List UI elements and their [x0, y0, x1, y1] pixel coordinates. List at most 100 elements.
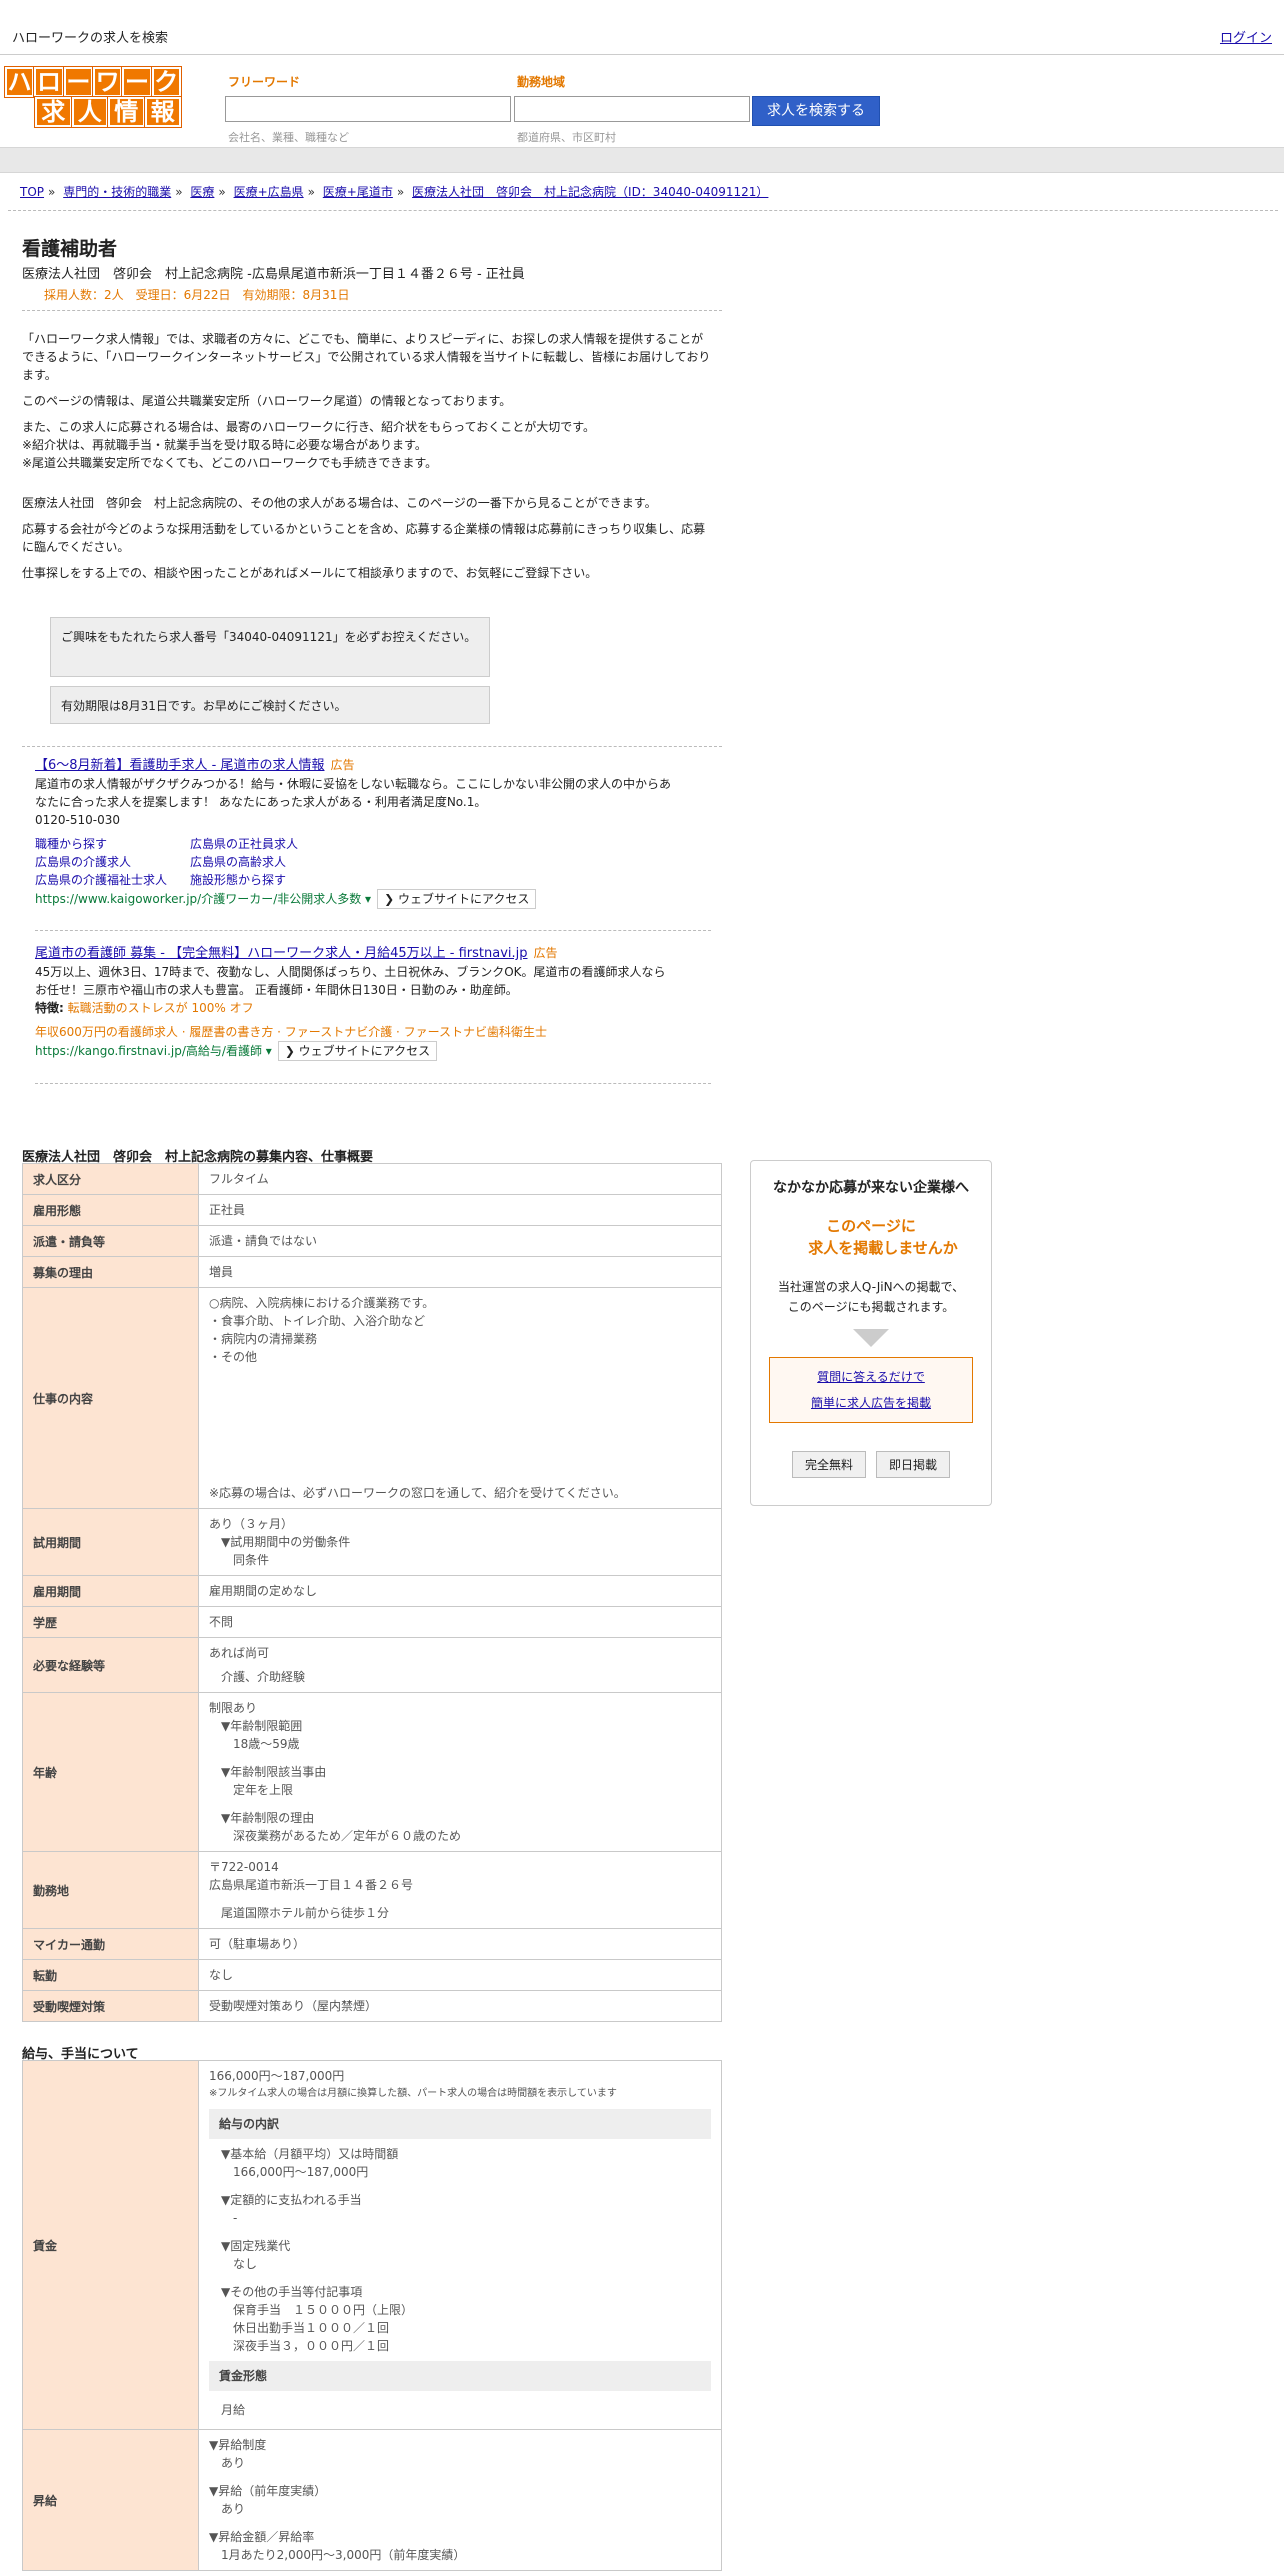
ad-sitelink[interactable]: 広島県の介護求人	[35, 853, 190, 871]
age-line: 制限あり	[209, 1701, 258, 1715]
raise-line: あり	[221, 2502, 246, 2516]
logo-char: ワ	[92, 67, 123, 97]
job-meta: 採用人数：2人 受理日：6月22日 有効期限：8月31日	[44, 288, 350, 302]
ad-url[interactable]: https://www.kaigoworker.jp/介護ワーカー/非公開求人多…	[35, 892, 371, 906]
breadcrumb-medical-onomichi[interactable]: 医療+尾道市	[323, 185, 393, 199]
logo-char: 求	[35, 97, 72, 127]
ad-sitelink[interactable]: 職種から探す	[35, 835, 190, 853]
advertise-link[interactable]: 質問に答えるだけで	[817, 1370, 925, 1384]
ad-url[interactable]: https://kango.firstnavi.jp/高給与/看護師 ▾	[35, 1044, 272, 1058]
job-desc-line: ・その他	[209, 1350, 258, 1364]
breadcrumb-medical[interactable]: 医療	[190, 185, 214, 199]
row-key: 雇用形態	[22, 1194, 199, 1226]
wage-line: ▼固定残業代	[221, 2239, 291, 2253]
row-value: 正社員	[198, 1194, 722, 1226]
table-row: 受動喫煙対策 受動喫煙対策あり（屋内禁煙）	[22, 1990, 722, 2022]
exp-line: あれば尚可	[209, 1646, 270, 1660]
wage-line: ▼基本給（月額平均）又は時間額	[221, 2147, 399, 2161]
login-link[interactable]: ログイン	[1220, 27, 1272, 46]
advertise-link[interactable]: 簡単に求人広告を掲載	[811, 1396, 931, 1410]
logo-char: 人	[71, 97, 108, 127]
same-day-badge[interactable]: 即日掲載	[876, 1451, 951, 1478]
table-row: 年齢 制限あり ▼年齢制限範囲 18歳～59歳 ▼年齢制限該当事由 定年を上限 …	[22, 1692, 722, 1852]
row-key: 勤務地	[22, 1851, 199, 1929]
recruitment-table: 求人区分 フルタイム 雇用形態 正社員 派遣・請負等 派遣・請負ではない 募集の理由増…	[22, 1163, 722, 2022]
ad-body: 尾道市の求人情報がザクザクみつかる！給与・休暇に妥協をしない転職なら。ここにしか…	[35, 777, 672, 809]
table-row: 派遣・請負等 派遣・請負ではない	[22, 1225, 722, 1257]
breadcrumb-medical-hiroshima[interactable]: 医療+広島県	[234, 185, 304, 199]
exp-line: 介護、介助経験	[221, 1670, 306, 1684]
age-line: ▼年齢制限の理由	[221, 1811, 315, 1825]
address: 広島県尾道市新浜一丁目１４番２６号	[209, 1878, 414, 1892]
breadcrumb-top[interactable]: TOP	[20, 185, 44, 199]
row-key: 学歴	[22, 1606, 199, 1638]
wage-form-value: 月給	[221, 2403, 246, 2417]
raise-line: ▼昇給金額／昇給率	[209, 2530, 315, 2544]
raise-line: あり	[221, 2456, 246, 2470]
wage-line: ▼定額的に支払われる手当	[221, 2193, 362, 2207]
row-value: 雇用期間の定めなし	[198, 1575, 722, 1607]
search-button[interactable]: 求人を検索する	[752, 96, 880, 126]
raise-line: ▼昇給（前年度実績）	[209, 2484, 327, 2498]
row-value: 受動喫煙対策あり（屋内禁煙）	[198, 1990, 722, 2022]
access: 尾道国際ホテル前から徒歩１分	[221, 1906, 390, 1920]
ad-tag: 広告	[533, 946, 558, 960]
ad-sitelink[interactable]: 施設形態から探す	[190, 871, 390, 889]
ad-title[interactable]: 【6～8月新着】看護助手求人 - 尾道市の求人情報	[35, 758, 325, 773]
visit-website-button[interactable]: ❯ ウェブサイトにアクセス	[277, 1041, 438, 1061]
ad-sitelink[interactable]: 広島県の正社員求人	[190, 835, 390, 853]
advertise-heading: なかなか応募が来ない企業様へ	[773, 1180, 969, 1196]
job-desc-line: ○病院、入院病棟における介護業務です。	[209, 1296, 435, 1310]
wage-form-head: 賃金形態	[209, 2361, 711, 2391]
logo-char: ハ	[5, 67, 35, 97]
hellowork-logo[interactable]: ハ ロ ー ワ ー ク 求 人 情 報	[5, 67, 181, 127]
advertise-link-box: 質問に答えるだけで 簡単に求人広告を掲載	[769, 1357, 973, 1423]
job-desc-note: ※応募の場合は、必ずハローワークの窓口を通して、紹介を受けてください。	[209, 1486, 626, 1500]
wage-line: なし	[233, 2257, 258, 2271]
age-line: ▼年齢制限範囲	[221, 1719, 303, 1733]
freeword-input[interactable]	[225, 96, 511, 122]
wage-line: 深夜手当３，０００円／１回	[233, 2339, 390, 2353]
table-row: 必要な経験等 あれば尚可 介護、介助経験	[22, 1637, 722, 1693]
table-row: 雇用形態 正社員	[22, 1194, 722, 1226]
intro-p1: 「ハローワーク求人情報」では、求職者の方々に、どこでも、簡単に、よりスピーディに…	[22, 332, 711, 382]
top-bar: ハローワークの求人を検索 ログイン	[0, 0, 1284, 55]
area-input[interactable]	[514, 96, 750, 122]
logo-char: ク	[151, 67, 181, 97]
row-key: 募集の理由	[22, 1256, 199, 1288]
row-value: 〒722-0014 広島県尾道市新浜一丁目１４番２６号 尾道国際ホテル前から徒歩…	[198, 1851, 722, 1929]
table-row: 雇用期間 雇用期間の定めなし	[22, 1575, 722, 1607]
row-key: 年齢	[22, 1692, 199, 1852]
ad-sitelinks[interactable]: 年収600万円の看護師求人 · 履歴書の書き方 · ファーストナビ介護 · ファ…	[35, 1023, 675, 1041]
table-row: 募集の理由 増員	[22, 1256, 722, 1288]
ad-feature: 転職活動のストレスが 100% オフ	[67, 1001, 254, 1015]
row-value: 不問	[198, 1606, 722, 1638]
logo-char: ー	[63, 67, 93, 97]
notice-expiry: 有効期限は8月31日です。お早めにご検討ください。	[50, 686, 490, 724]
ad-sitelink[interactable]: 広島県の高齢求人	[190, 853, 390, 871]
notice-job-number: ご興味をもたれたら求人番号「34040-04091121」を必ずお控えください。	[50, 617, 490, 677]
table-row: 仕事の内容 ○病院、入院病棟における介護業務です。 ・食事介助、トイレ介助、入浴…	[22, 1287, 722, 1509]
divider	[22, 746, 722, 747]
intro-p2: このページの情報は、尾道公共職業安定所（ハローワーク尾道）の情報となっております…	[22, 394, 512, 408]
wage-line: 166,000円～187,000円	[233, 2165, 369, 2179]
ad-phone[interactable]: 0120-510-030	[35, 811, 675, 829]
raise-line: 1月あたり2,000円～3,000円（前年度実績）	[221, 2548, 466, 2562]
advertise-catch-line: このページに	[826, 1217, 916, 1235]
advertise-panel: なかなか応募が来ない企業様へ このページに 求人を掲載しませんか 当社運営の求人…	[750, 1160, 992, 1506]
row-key: 求人区分	[22, 1163, 199, 1195]
breadcrumb-current[interactable]: 医療法人社団 啓卯会 村上記念病院（ID：34040-04091121）	[412, 185, 768, 199]
row-value: 派遣・請負ではない	[198, 1225, 722, 1257]
row-value: ▼昇給制度 あり ▼昇給（前年度実績） あり ▼昇給金額／昇給率 1月あたり2,…	[198, 2429, 722, 2571]
ad-title[interactable]: 尾道市の看護師 募集 - 【完全無料】ハローワーク求人・月給45万以上 - fi…	[35, 946, 528, 961]
table-row: 勤務地 〒722-0014 広島県尾道市新浜一丁目１４番２６号 尾道国際ホテル前…	[22, 1851, 722, 1929]
ad-sitelink[interactable]: 広島県の介護福祉士求人	[35, 871, 190, 889]
breadcrumb-category[interactable]: 専門的・技術的職業	[63, 185, 171, 199]
table-row: 転勤 なし	[22, 1959, 722, 1991]
free-badge[interactable]: 完全無料	[791, 1451, 866, 1478]
area-label: 勤務地域	[517, 75, 566, 89]
row-key: 試用期間	[22, 1508, 199, 1576]
row-key: 派遣・請負等	[22, 1225, 199, 1257]
visit-website-button[interactable]: ❯ ウェブサイトにアクセス	[377, 889, 537, 909]
intro-p3a: また、この求人に応募される場合は、最寄のハローワークに行き、紹介状をもらっておく…	[22, 420, 596, 434]
